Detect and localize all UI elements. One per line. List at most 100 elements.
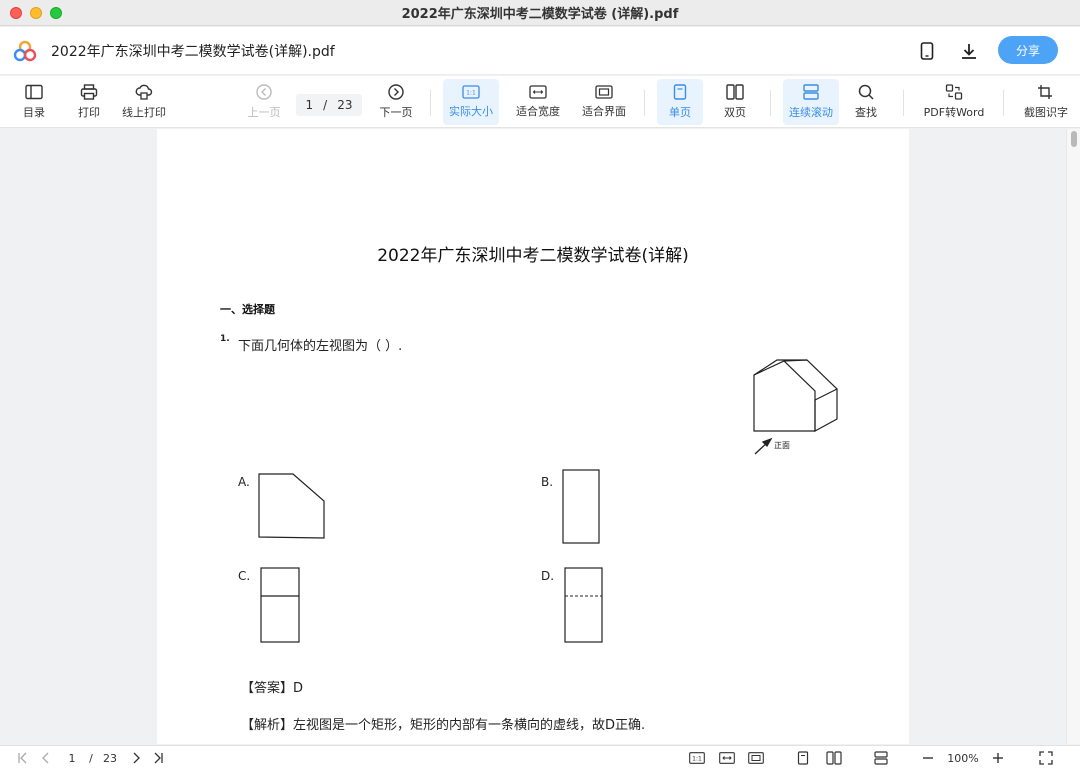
- toolbar-divider: [430, 90, 431, 116]
- download-icon[interactable]: [957, 39, 981, 63]
- page-number-input[interactable]: 1 / 23: [296, 94, 362, 116]
- window-titlebar: 2022年广东深圳中考二模数学试卷 (详解).pdf: [0, 0, 1080, 26]
- option-b-figure: [562, 469, 600, 544]
- toolbar-divider: [1003, 90, 1004, 116]
- app-logo-icon: [13, 40, 37, 62]
- single-page-button[interactable]: 单页: [657, 79, 703, 125]
- main-toolbar: 目录 打印 线上打印 上一页 1 / 23 下一页 1:1 实际大小 适合宽度 …: [0, 76, 1080, 128]
- option-c-label: C.: [238, 569, 251, 583]
- document-title: 2022年广东深圳中考二模数学试卷(详解).pdf: [51, 44, 335, 60]
- find-label: 查找: [855, 106, 877, 119]
- mobile-view-icon[interactable]: [915, 39, 939, 63]
- print-button[interactable]: 打印: [72, 79, 106, 125]
- svg-text:1:1: 1:1: [692, 756, 702, 763]
- option-a-label: A.: [238, 475, 250, 489]
- continuous-scroll-icon[interactable]: [873, 750, 889, 766]
- crop-icon: [1038, 85, 1052, 99]
- fit-window-icon[interactable]: [747, 750, 765, 766]
- option-d-label: D.: [541, 569, 555, 583]
- continuous-scroll-icon: [803, 84, 819, 100]
- pdf-page: 2022年广东深圳中考二模数学试卷(详解) 一、选择题 1. 下面几何体的左视图…: [157, 129, 909, 744]
- double-page-button[interactable]: 双页: [714, 79, 756, 125]
- front-label: 正面: [774, 441, 790, 450]
- pdf-to-word-label: PDF转Word: [923, 106, 985, 119]
- analysis-line: 【解析】左视图是一个矩形，矩形的内部有一条横向的虚线，故D正确.: [241, 714, 645, 733]
- status-bar: 1 / 23 1:1 100%: [0, 745, 1080, 768]
- double-page-icon: [726, 84, 744, 100]
- fit-width-icon: [529, 85, 547, 99]
- zoom-level[interactable]: 100%: [944, 750, 982, 766]
- toc-label: 目录: [23, 106, 45, 119]
- actual-size-button[interactable]: 1:1 实际大小: [443, 79, 499, 125]
- double-page-label: 双页: [724, 106, 746, 119]
- next-page-label: 下一页: [379, 106, 413, 119]
- fullscreen-icon[interactable]: [1038, 750, 1054, 766]
- toc-button[interactable]: 目录: [16, 79, 52, 125]
- chevron-left-circle-icon: [256, 84, 272, 100]
- fit-window-label: 适合界面: [582, 105, 626, 118]
- next-page-button[interactable]: 下一页: [376, 79, 416, 125]
- total-pages: 23: [337, 98, 353, 112]
- maximize-window-button[interactable]: [50, 7, 62, 19]
- single-page-label: 单页: [669, 106, 691, 119]
- first-page-icon[interactable]: [16, 750, 30, 766]
- fit-width-label: 适合宽度: [516, 105, 560, 118]
- answer-line: 【答案】D: [241, 677, 303, 696]
- bottom-page-separator: /: [89, 751, 93, 765]
- prev-page-button[interactable]: 上一页: [244, 79, 284, 125]
- bottom-current-page[interactable]: 1: [64, 750, 80, 766]
- solid-figure: [753, 359, 839, 433]
- next-page-icon[interactable]: [130, 750, 142, 766]
- option-c-figure: [260, 567, 300, 643]
- pdf-to-word-button[interactable]: PDF转Word: [918, 79, 990, 125]
- single-page-icon[interactable]: [796, 750, 810, 766]
- scrollbar-thumb[interactable]: [1071, 131, 1077, 147]
- prev-page-label: 上一页: [247, 106, 281, 119]
- print-label: 打印: [78, 106, 100, 119]
- actual-size-icon[interactable]: 1:1: [688, 750, 706, 766]
- online-print-button[interactable]: 线上打印: [118, 79, 170, 125]
- find-button[interactable]: 查找: [848, 79, 884, 125]
- analysis-label: 【解析】: [241, 718, 294, 733]
- fit-window-button[interactable]: 适合界面: [578, 79, 630, 125]
- fit-width-icon[interactable]: [718, 750, 736, 766]
- fit-window-icon: [595, 85, 613, 99]
- minimize-window-button[interactable]: [30, 7, 42, 19]
- prev-page-icon[interactable]: [40, 750, 52, 766]
- convert-icon: [945, 84, 963, 100]
- svg-text:1:1: 1:1: [466, 90, 476, 97]
- double-page-icon[interactable]: [825, 750, 843, 766]
- close-window-button[interactable]: [10, 7, 22, 19]
- option-a-figure: [258, 473, 325, 539]
- option-b-label: B.: [541, 475, 554, 489]
- actual-size-label: 实际大小: [449, 105, 493, 118]
- last-page-icon[interactable]: [151, 750, 165, 766]
- continuous-scroll-label: 连续滚动: [789, 106, 833, 119]
- vertical-scrollbar[interactable]: [1066, 129, 1080, 744]
- bottom-total-pages: 23: [103, 751, 117, 765]
- toolbar-divider: [644, 90, 645, 116]
- document-viewport[interactable]: 2022年广东深圳中考二模数学试卷(详解) 一、选择题 1. 下面几何体的左视图…: [0, 129, 1080, 744]
- share-button[interactable]: 分享: [998, 36, 1058, 64]
- answer-value: D: [293, 681, 304, 696]
- question-figures: 正面: [258, 359, 839, 643]
- zoom-out-icon[interactable]: [921, 750, 935, 766]
- printer-icon: [80, 84, 98, 100]
- search-icon: [858, 84, 874, 100]
- ocr-button[interactable]: 截图识字: [1018, 79, 1074, 125]
- front-arrow-icon: [754, 437, 773, 455]
- current-page: 1: [305, 98, 314, 112]
- fit-width-button[interactable]: 适合宽度: [512, 79, 564, 125]
- toolbar-divider: [903, 90, 904, 116]
- continuous-scroll-button[interactable]: 连续滚动: [783, 79, 839, 125]
- zoom-in-icon[interactable]: [991, 750, 1005, 766]
- option-d-figure: [564, 567, 603, 643]
- chevron-right-circle-icon: [388, 84, 404, 100]
- app-header: 2022年广东深圳中考二模数学试卷(详解).pdf 分享: [0, 27, 1080, 75]
- toolbar-divider: [770, 90, 771, 116]
- window-title: 2022年广东深圳中考二模数学试卷 (详解).pdf: [401, 7, 679, 22]
- single-page-icon: [673, 84, 687, 100]
- window-controls: [10, 7, 62, 19]
- ocr-label: 截图识字: [1024, 106, 1068, 119]
- actual-size-icon: 1:1: [462, 85, 480, 99]
